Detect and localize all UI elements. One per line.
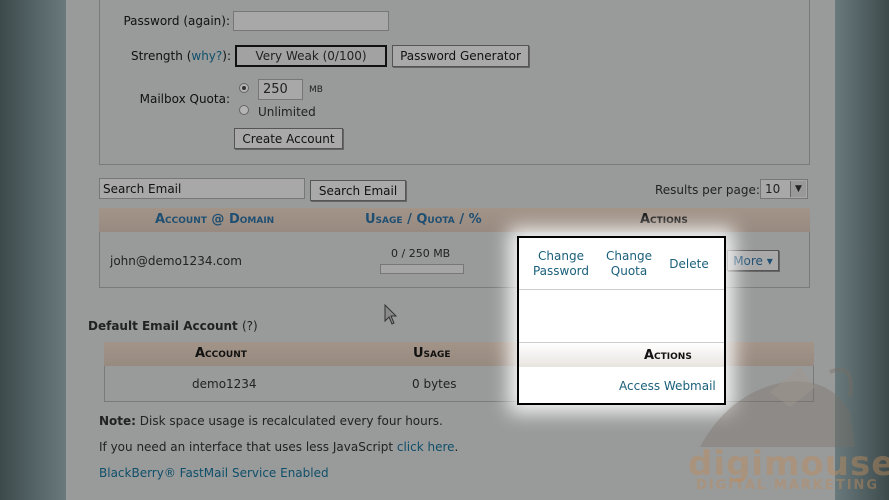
strength-label: Strength (130, 49, 183, 63)
create-account-button[interactable]: Create Account (234, 128, 343, 149)
header-usage-quota[interactable]: Usage / Quota / % (365, 212, 482, 227)
mouse-cursor-icon (384, 304, 398, 325)
brand-tagline: DIGITAL MARKETING (696, 478, 880, 493)
header-account-domain[interactable]: Account @ Domain (155, 212, 274, 227)
account-usage: 0 / 250 MB (391, 247, 451, 260)
change-password-link[interactable]: Change Password (529, 249, 593, 279)
search-email-button[interactable]: Search Email (310, 180, 406, 201)
strength-label-row: Strength (why?): (130, 49, 231, 63)
unlimited-label: Unlimited (258, 105, 316, 119)
quota-limited-radio[interactable] (239, 83, 249, 93)
click-here-link[interactable]: click here (397, 440, 455, 454)
chevron-down-icon: ▼ (790, 181, 806, 197)
header-actions: Actions (640, 212, 688, 227)
header-usage: Usage (413, 346, 451, 361)
mouse-logo-icon (700, 367, 855, 447)
disk-note: Note: Disk space usage is recalculated e… (99, 414, 443, 428)
why-link[interactable]: why? (191, 49, 222, 63)
quota-unlimited-radio[interactable] (239, 105, 249, 115)
search-email-input[interactable] (99, 178, 305, 199)
account-email: john@demo1234.com (110, 254, 242, 268)
popup-divider (519, 289, 724, 290)
default-account-title: Default Email Account (?) (88, 319, 258, 333)
strength-meter: Very Weak (0/100) (235, 45, 387, 67)
quota-unit: MB (309, 85, 323, 95)
header-account: Account (195, 346, 247, 361)
left-backdrop (0, 0, 66, 500)
default-account-usage: 0 bytes (412, 377, 457, 391)
password-again-label: Password (again): (123, 14, 230, 28)
popup-header-actions: Actions (644, 348, 692, 363)
results-per-page-select[interactable]: 10 ▼ (760, 179, 808, 199)
caret-down-icon: ▾ (766, 254, 773, 268)
help-link[interactable]: (?) (242, 319, 258, 333)
mailbox-quota-label: Mailbox Quota: (139, 92, 230, 106)
usage-bar (380, 264, 464, 274)
default-account-name: demo1234 (192, 377, 257, 391)
results-per-page-label: Results per page: (655, 183, 760, 197)
results-per-page-value: 10 (765, 182, 781, 196)
quota-input[interactable]: 250 (258, 79, 303, 100)
password-again-input[interactable] (233, 11, 389, 31)
js-note: If you need an interface that uses less … (99, 440, 459, 454)
password-generator-button[interactable]: Password Generator (392, 45, 529, 67)
more-button[interactable]: More ▾ (727, 250, 779, 271)
blackberry-link[interactable]: BlackBerry® FastMail Service Enabled (99, 466, 329, 480)
delete-link[interactable]: Delete (665, 257, 713, 272)
change-quota-link[interactable]: Change Quota (603, 249, 655, 279)
